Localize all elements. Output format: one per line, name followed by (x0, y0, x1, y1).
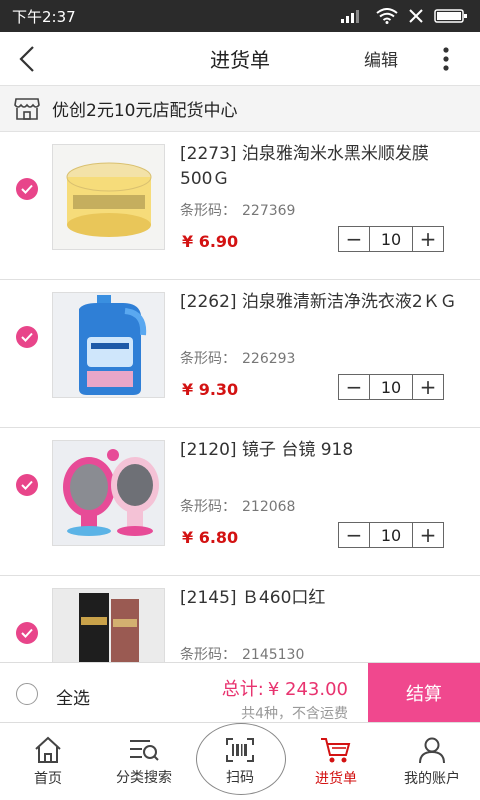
barcode-value: 2145130 (242, 647, 305, 662)
increase-button[interactable]: + (413, 375, 443, 399)
signal-icon (341, 10, 359, 23)
product-name: [2145] Ｂ460口红 (180, 588, 326, 608)
decrease-button[interactable]: − (339, 523, 369, 547)
quantity-stepper: − 10 + (338, 226, 444, 252)
product-name: [2273] 泊泉雅淘米水黑米顺发膜500Ｇ (180, 144, 429, 189)
decrease-button[interactable]: − (339, 375, 369, 399)
checkout-button[interactable]: 结算 (368, 663, 480, 723)
quantity-value[interactable]: 10 (369, 227, 413, 251)
quantity-value[interactable]: 10 (369, 523, 413, 547)
status-time: 下午2:37 (12, 7, 76, 26)
barcode-value: 227369 (242, 203, 296, 219)
cart-item[interactable]: [2120] 镜子 台镜 918 条形码： 212068 ¥ 6.80 − 10 … (0, 428, 480, 576)
store-header: 优创2元10元店配货中心 (0, 86, 480, 132)
product-name: [2262] 泊泉雅清新洁净洗衣液2ＫＧ (180, 292, 457, 312)
total-label: 总计: (221, 679, 264, 700)
quantity-stepper: − 10 + (338, 522, 444, 548)
detergent-bottle-image (53, 293, 164, 397)
product-price: ¥ 9.30 (182, 380, 239, 399)
cart-item-list[interactable]: [2273] 泊泉雅淘米水黑米顺发膜500Ｇ 条形码： 227369 ¥ 6.90… (0, 132, 480, 662)
decrease-button[interactable]: − (339, 227, 369, 251)
edit-button[interactable]: 编辑 (364, 46, 398, 71)
scan-barcode-icon (226, 737, 254, 762)
barcode: 条形码： 226293 (180, 348, 295, 368)
check-icon (21, 628, 33, 638)
barcode-label: 条形码： (180, 647, 236, 662)
tab-label: 我的账户 (404, 770, 460, 787)
cart-icon (321, 737, 351, 762)
tab-category-search[interactable]: 分类搜索 (96, 723, 192, 800)
chevron-left-icon (19, 45, 34, 72)
select-all-checkbox[interactable] (16, 683, 38, 705)
cart-item[interactable]: [2262] 泊泉雅清新洁净洗衣液2ＫＧ 条形码： 226293 ¥ 9.30 −… (0, 280, 480, 428)
barcode-label: 条形码： (180, 499, 236, 515)
store-icon (14, 97, 40, 120)
check-icon (21, 184, 33, 194)
barcode-label: 条形码： (180, 203, 236, 219)
wifi-icon (376, 8, 398, 24)
item-checkbox[interactable] (16, 622, 38, 644)
item-checkbox[interactable] (16, 326, 38, 348)
barcode: 条形码： 227369 (180, 200, 295, 220)
barcode: 条形码： 212068 (180, 496, 295, 516)
bottom-tab-bar: 首页 分类搜索 扫码 进货单 我的账户 (0, 722, 480, 800)
item-checkbox[interactable] (16, 178, 38, 200)
barcode-label: 条形码： (180, 351, 236, 367)
status-bar: 下午2:37 (0, 0, 480, 32)
cart-item[interactable]: [2145] Ｂ460口红 条形码： 2145130 (0, 576, 480, 662)
table-mirror-image (53, 441, 164, 545)
tab-label: 进货单 (315, 770, 357, 787)
product-name: [2120] 镜子 台镜 918 (180, 440, 354, 460)
total-amount: 总计: ¥ 243.00 (222, 675, 348, 701)
check-icon (21, 332, 33, 342)
more-menu-button[interactable] (432, 45, 460, 73)
check-icon (21, 480, 33, 490)
product-price: ¥ 6.80 (182, 528, 239, 547)
quantity-stepper: − 10 + (338, 374, 444, 400)
cart-item[interactable]: [2273] 泊泉雅淘米水黑米顺发膜500Ｇ 条形码： 227369 ¥ 6.90… (0, 132, 480, 280)
increase-button[interactable]: + (413, 523, 443, 547)
lipstick-image (53, 589, 164, 662)
store-name: 优创2元10元店配货中心 (52, 101, 238, 121)
select-all-label[interactable]: 全选 (56, 684, 90, 709)
barcode-value: 226293 (242, 351, 296, 367)
product-image[interactable] (52, 440, 165, 546)
tab-my-account[interactable]: 我的账户 (384, 723, 480, 800)
tab-label: 首页 (34, 770, 62, 787)
item-checkbox[interactable] (16, 474, 38, 496)
order-summary: 共4种，不含运费 (241, 706, 348, 722)
home-icon (35, 736, 61, 763)
battery-icon (434, 9, 467, 23)
category-search-icon (130, 739, 159, 761)
back-button[interactable] (0, 32, 54, 86)
checkout-bar: 全选 总计: ¥ 243.00 共4种，不含运费 结算 (0, 662, 480, 723)
increase-button[interactable]: + (413, 227, 443, 251)
total-value: ¥ 243.00 (267, 679, 348, 700)
no-sim-icon (409, 9, 423, 23)
tab-purchase-list[interactable]: 进货单 (288, 723, 384, 800)
user-icon (419, 737, 445, 763)
page-title: 进货单 (210, 48, 270, 72)
barcode: 条形码： 2145130 (180, 644, 304, 662)
tab-home[interactable]: 首页 (0, 723, 96, 800)
tab-scan[interactable]: 扫码 (192, 723, 288, 800)
hair-mask-jar-image (53, 145, 164, 249)
barcode-value: 212068 (242, 499, 296, 515)
product-image[interactable] (52, 588, 165, 662)
product-price: ¥ 6.90 (182, 232, 239, 251)
tab-label: 分类搜索 (116, 769, 172, 786)
app-bar: 进货单 编辑 (0, 32, 480, 86)
more-vertical-icon (443, 47, 449, 71)
quantity-value[interactable]: 10 (369, 375, 413, 399)
product-image[interactable] (52, 292, 165, 398)
product-image[interactable] (52, 144, 165, 250)
tab-label: 扫码 (226, 769, 254, 786)
